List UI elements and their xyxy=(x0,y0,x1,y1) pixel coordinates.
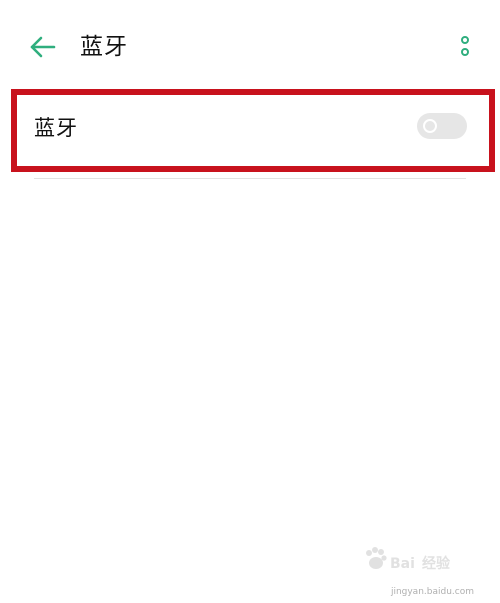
highlight-box xyxy=(11,89,495,172)
screen: 蓝牙 蓝牙 Bai 经验 jingyan.baidu.com xyxy=(0,0,500,603)
divider xyxy=(34,178,466,179)
svg-text:经验: 经验 xyxy=(422,555,451,572)
page-title: 蓝牙 xyxy=(80,34,128,60)
top-bar: 蓝牙 xyxy=(0,0,500,92)
svg-text:Bai: Bai xyxy=(390,556,415,572)
baidu-jingyan-logo: Bai 经验 xyxy=(366,547,451,572)
back-arrow-icon[interactable] xyxy=(26,30,60,64)
watermark-url: jingyan.baidu.com xyxy=(390,587,474,597)
more-vertical-icon[interactable] xyxy=(458,35,472,59)
